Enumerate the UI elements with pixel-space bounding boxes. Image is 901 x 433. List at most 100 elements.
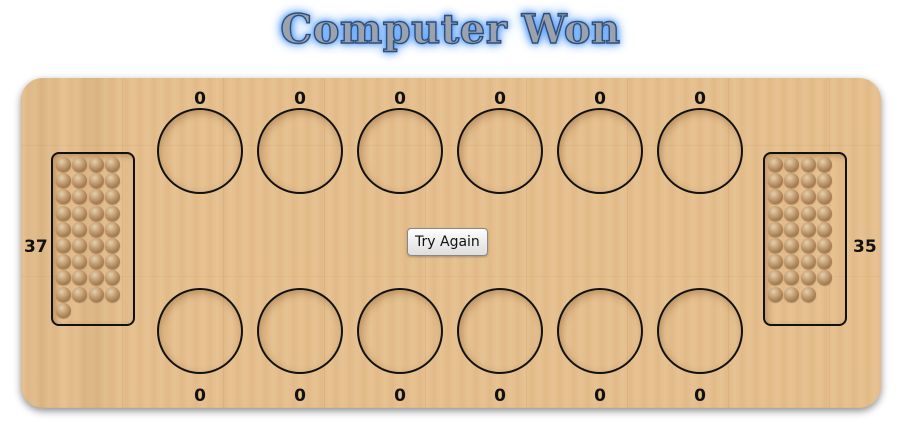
stone: [105, 237, 121, 253]
stone: [88, 254, 104, 270]
stone: [768, 189, 783, 205]
stone: [88, 237, 104, 253]
stone: [56, 302, 71, 318]
stone: [56, 286, 71, 302]
stone: [72, 189, 88, 205]
right-store: [763, 152, 847, 326]
stone: [800, 189, 816, 205]
top-pit[interactable]: [557, 108, 643, 194]
stone: [88, 270, 104, 286]
stone: [768, 157, 783, 172]
stone: [72, 254, 88, 270]
stone: [88, 286, 104, 302]
bottom-pit-count: 0: [594, 386, 606, 406]
top-pit-count: 0: [594, 89, 606, 109]
bottom-pit[interactable]: [257, 288, 343, 374]
stone: [784, 286, 800, 302]
stone: [800, 157, 816, 172]
bottom-pit[interactable]: [457, 288, 543, 374]
stone: [817, 173, 833, 189]
stone: [817, 237, 833, 253]
stone: [800, 254, 816, 270]
stone: [784, 173, 800, 189]
bottom-pit[interactable]: [557, 288, 643, 374]
stone: [56, 237, 71, 253]
stone: [72, 205, 88, 221]
stone: [768, 254, 783, 270]
stone: [72, 270, 88, 286]
bottom-pit-count: 0: [194, 386, 206, 406]
stone: [105, 221, 121, 237]
top-pit-count: 0: [194, 89, 206, 109]
stone: [817, 157, 833, 172]
stone: [72, 173, 88, 189]
left-store: [51, 152, 135, 326]
stone: [784, 157, 800, 172]
stone: [56, 254, 71, 270]
stone: [105, 205, 121, 221]
bottom-pit-count: 0: [394, 386, 406, 406]
stone: [56, 221, 71, 237]
stone: [56, 205, 71, 221]
stone: [56, 189, 71, 205]
right-store-stones: [768, 157, 848, 303]
stone: [88, 205, 104, 221]
stone: [817, 189, 833, 205]
top-pit[interactable]: [457, 108, 543, 194]
stone: [784, 237, 800, 253]
stone: [88, 221, 104, 237]
stone: [105, 173, 121, 189]
stone: [105, 157, 121, 172]
top-pit[interactable]: [257, 108, 343, 194]
stone: [800, 286, 816, 302]
right-store-count: 35: [853, 237, 877, 257]
stone: [72, 286, 88, 302]
stone: [800, 270, 816, 286]
stone: [800, 237, 816, 253]
try-again-button[interactable]: Try Again: [407, 228, 488, 256]
top-pit-count: 0: [394, 89, 406, 109]
stone: [768, 205, 783, 221]
stone: [768, 237, 783, 253]
stone: [768, 286, 783, 302]
bottom-pit-count: 0: [294, 386, 306, 406]
stone: [88, 173, 104, 189]
game-title: Computer Won: [280, 5, 621, 53]
top-pit[interactable]: [357, 108, 443, 194]
stone: [817, 205, 833, 221]
top-pit-count: 0: [494, 89, 506, 109]
mancala-board: 37 35 0 0 0 0 0 0 Try Again 0 0 0 0 0 0: [21, 78, 881, 408]
stone: [784, 270, 800, 286]
stone: [88, 157, 104, 172]
left-store-count: 37: [24, 237, 48, 257]
stone: [817, 221, 833, 237]
stone: [56, 173, 71, 189]
bottom-pit-count: 0: [494, 386, 506, 406]
left-store-stones: [56, 157, 136, 319]
stone: [784, 205, 800, 221]
stone: [56, 270, 71, 286]
stone: [768, 221, 783, 237]
top-pit[interactable]: [157, 108, 243, 194]
stone: [800, 205, 816, 221]
stone: [784, 254, 800, 270]
stone: [768, 173, 783, 189]
stone: [105, 189, 121, 205]
bottom-pit[interactable]: [657, 288, 743, 374]
stone: [105, 270, 121, 286]
stone: [784, 189, 800, 205]
stone: [800, 173, 816, 189]
stone: [56, 157, 71, 172]
stone: [72, 237, 88, 253]
stone: [72, 221, 88, 237]
stone: [72, 157, 88, 172]
stone: [800, 221, 816, 237]
bottom-pit[interactable]: [357, 288, 443, 374]
bottom-pit[interactable]: [157, 288, 243, 374]
stone: [105, 286, 121, 302]
stone: [88, 189, 104, 205]
stone: [817, 270, 833, 286]
top-pit-count: 0: [694, 89, 706, 109]
bottom-pit-count: 0: [694, 386, 706, 406]
top-pit[interactable]: [657, 108, 743, 194]
